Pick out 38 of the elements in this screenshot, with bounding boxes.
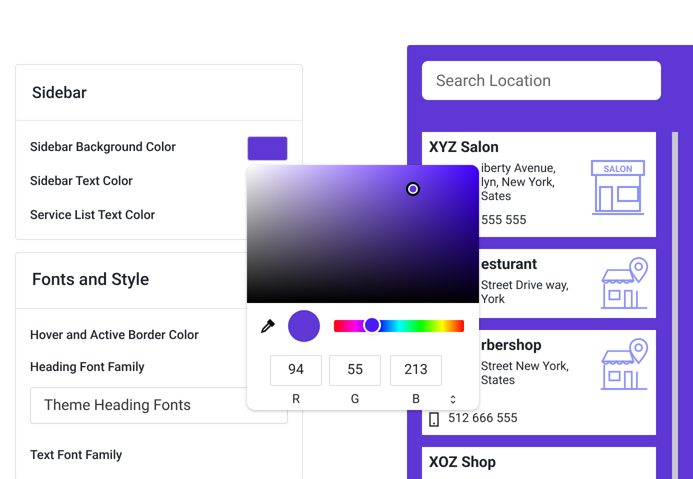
field-label: Text Font Family: [30, 447, 122, 466]
store-location-icon: [599, 337, 649, 391]
hue-thumb[interactable]: [362, 316, 381, 334]
channel-input[interactable]: 94: [270, 355, 322, 386]
location-name: XOZ Shop: [429, 452, 497, 472]
section-title: Sidebar: [32, 82, 87, 104]
saturation-area[interactable]: [247, 165, 479, 303]
phone-number: 512 666 555: [448, 411, 518, 427]
address-line: iberty Avenue,: [481, 161, 557, 175]
phone-number: 555 555: [481, 213, 526, 229]
phone-icon: [429, 412, 439, 426]
channel-label: R: [292, 391, 300, 409]
address-line: York: [481, 292, 506, 306]
section-title: Fonts and Style: [32, 268, 150, 292]
channel-label: G: [350, 391, 360, 409]
field-label: Sidebar Background Color: [30, 138, 176, 157]
eyedropper-icon[interactable]: [260, 318, 276, 334]
address-line: States: [481, 373, 516, 387]
location-name: XYZ Salon: [429, 137, 500, 157]
saturation-handle[interactable]: [406, 182, 420, 196]
location-card[interactable]: XOZ Shop: [422, 447, 656, 479]
location-name: rbershop: [480, 335, 543, 355]
address-line: Street New York,: [481, 359, 570, 373]
address-line: Sates: [481, 189, 512, 203]
toggle-arrows-icon[interactable]: [450, 395, 456, 404]
field-label: Heading Font Family: [30, 359, 146, 377]
channel-input[interactable]: 55: [329, 355, 381, 386]
address-line: Street Drive way,: [481, 278, 570, 292]
field-label: Service List Text Color: [30, 206, 156, 225]
channel-input[interactable]: 213: [390, 355, 442, 386]
search-field[interactable]: Search Location: [422, 61, 661, 100]
color-swatch[interactable]: [247, 136, 288, 160]
address-line: lyn, New York,: [481, 175, 556, 189]
location-name: esturant: [480, 254, 538, 274]
channel-label: B: [412, 391, 420, 409]
field-label: Sidebar Text Color: [30, 172, 133, 191]
field-label: Hover and Active Border Color: [30, 326, 199, 345]
store-location-icon: [599, 256, 649, 310]
